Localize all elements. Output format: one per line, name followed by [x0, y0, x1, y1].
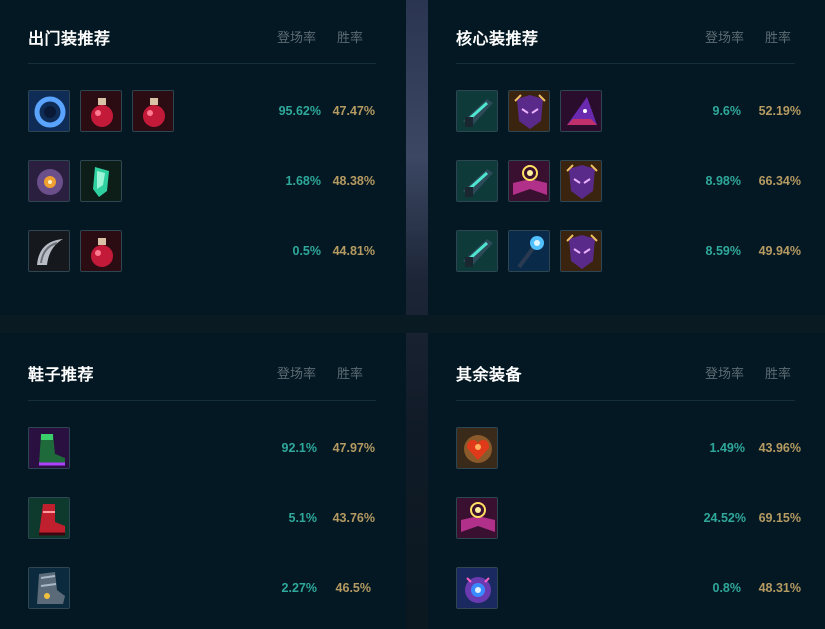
build-row[interactable]: 24.52% 69.15% [456, 497, 801, 543]
pick-rate: 1.49% [709, 441, 745, 455]
win-rate-header: 胜率 [765, 366, 792, 381]
build-row[interactable]: 8.59% 49.94% [456, 230, 801, 276]
panel-title: 鞋子推荐 [28, 367, 95, 384]
pick-rate: 0.5% [292, 244, 322, 258]
win-rate: 46.5% [335, 581, 371, 595]
build-row[interactable]: 8.98% 66.34% [456, 160, 801, 206]
build-row[interactable]: 5.1% 43.76% [28, 497, 376, 543]
void-orb-icon[interactable] [456, 567, 498, 609]
pick-rate: 9.6% [712, 104, 742, 118]
pick-rate: 8.98% [705, 174, 741, 188]
tear-icon[interactable] [28, 160, 70, 202]
hextech-gunblade-icon[interactable] [456, 90, 498, 132]
divider [456, 400, 795, 401]
win-rate: 43.76% [332, 511, 375, 525]
mercury-boots-icon[interactable] [28, 497, 70, 539]
void-mask-icon[interactable] [560, 160, 602, 202]
crystal-staff-icon[interactable] [508, 230, 550, 272]
win-rate: 69.15% [758, 511, 801, 525]
divider [28, 400, 376, 401]
pick-rate: 95.62% [278, 104, 321, 118]
boots-panel: 鞋子推荐 登场率 胜率 92.1% 47.97% 5.1% 43.76% 2.2… [0, 333, 406, 629]
build-row[interactable]: 0.5% 44.81% [28, 230, 376, 276]
build-row[interactable]: 0.8% 48.31% [456, 567, 801, 613]
win-rate: 52.19% [758, 104, 801, 118]
sorcerer-boots-icon[interactable] [28, 427, 70, 469]
pick-rate-header: 登场率 [705, 30, 745, 45]
void-mask-icon[interactable] [560, 230, 602, 272]
pick-rate: 92.1% [281, 441, 317, 455]
refillable-potion-icon[interactable] [80, 160, 122, 202]
pick-rate: 0.8% [712, 581, 742, 595]
divider [28, 63, 376, 64]
build-row[interactable]: 9.6% 52.19% [456, 90, 801, 136]
health-potion-icon[interactable] [80, 230, 122, 272]
scythe-icon[interactable] [28, 230, 70, 272]
win-rate: 43.96% [758, 441, 801, 455]
health-potion-icon[interactable] [80, 90, 122, 132]
spellbook-icon[interactable] [508, 160, 550, 202]
win-rate: 47.97% [332, 441, 375, 455]
win-rate: 48.31% [758, 581, 801, 595]
pick-rate: 5.1% [288, 511, 318, 525]
dark-seal-icon[interactable] [28, 90, 70, 132]
sunfire-heart-icon[interactable] [456, 427, 498, 469]
build-row[interactable]: 1.68% 48.38% [28, 160, 376, 206]
pick-rate-header: 登场率 [277, 30, 317, 45]
build-row[interactable]: 92.1% 47.97% [28, 427, 376, 473]
core-items-panel: 核心装推荐 登场率 胜率 9.6% 52.19% 8.98% 66.34% 8.… [428, 0, 825, 315]
panel-title: 核心装推荐 [456, 31, 539, 48]
win-rate: 44.81% [332, 244, 375, 258]
pick-rate-header: 登场率 [277, 366, 317, 381]
pick-rate-header: 登场率 [705, 366, 745, 381]
build-row[interactable]: 95.62% 47.47% [28, 90, 376, 136]
other-items-panel: 其余装备 登场率 胜率 1.49% 43.96% 24.52% 69.15% 0… [428, 333, 825, 629]
pick-rate: 2.27% [281, 581, 317, 595]
pick-rate: 1.68% [285, 174, 321, 188]
panel-title: 其余装备 [456, 367, 523, 384]
hextech-gunblade-icon[interactable] [456, 230, 498, 272]
plated-boots-icon[interactable] [28, 567, 70, 609]
win-rate: 49.94% [758, 244, 801, 258]
win-rate-header: 胜率 [765, 30, 792, 45]
hextech-gunblade-icon[interactable] [456, 160, 498, 202]
divider [456, 63, 795, 64]
win-rate-header: 胜率 [337, 30, 364, 45]
build-row[interactable]: 1.49% 43.96% [456, 427, 801, 473]
void-mask-icon[interactable] [508, 90, 550, 132]
win-rate-header: 胜率 [337, 366, 364, 381]
rabadon-hat-icon[interactable] [560, 90, 602, 132]
starter-items-panel: 出门装推荐 登场率 胜率 95.62% 47.47% 1.68% 48.38% … [0, 0, 406, 315]
panel-title: 出门装推荐 [28, 31, 111, 48]
win-rate: 66.34% [758, 174, 801, 188]
pick-rate: 8.59% [705, 244, 741, 258]
win-rate: 47.47% [332, 104, 375, 118]
panel-gap [0, 315, 825, 333]
win-rate: 48.38% [332, 174, 375, 188]
spellbook-icon[interactable] [456, 497, 498, 539]
build-row[interactable]: 2.27% 46.5% [28, 567, 376, 613]
pick-rate: 24.52% [703, 511, 746, 525]
health-potion-icon[interactable] [132, 90, 174, 132]
